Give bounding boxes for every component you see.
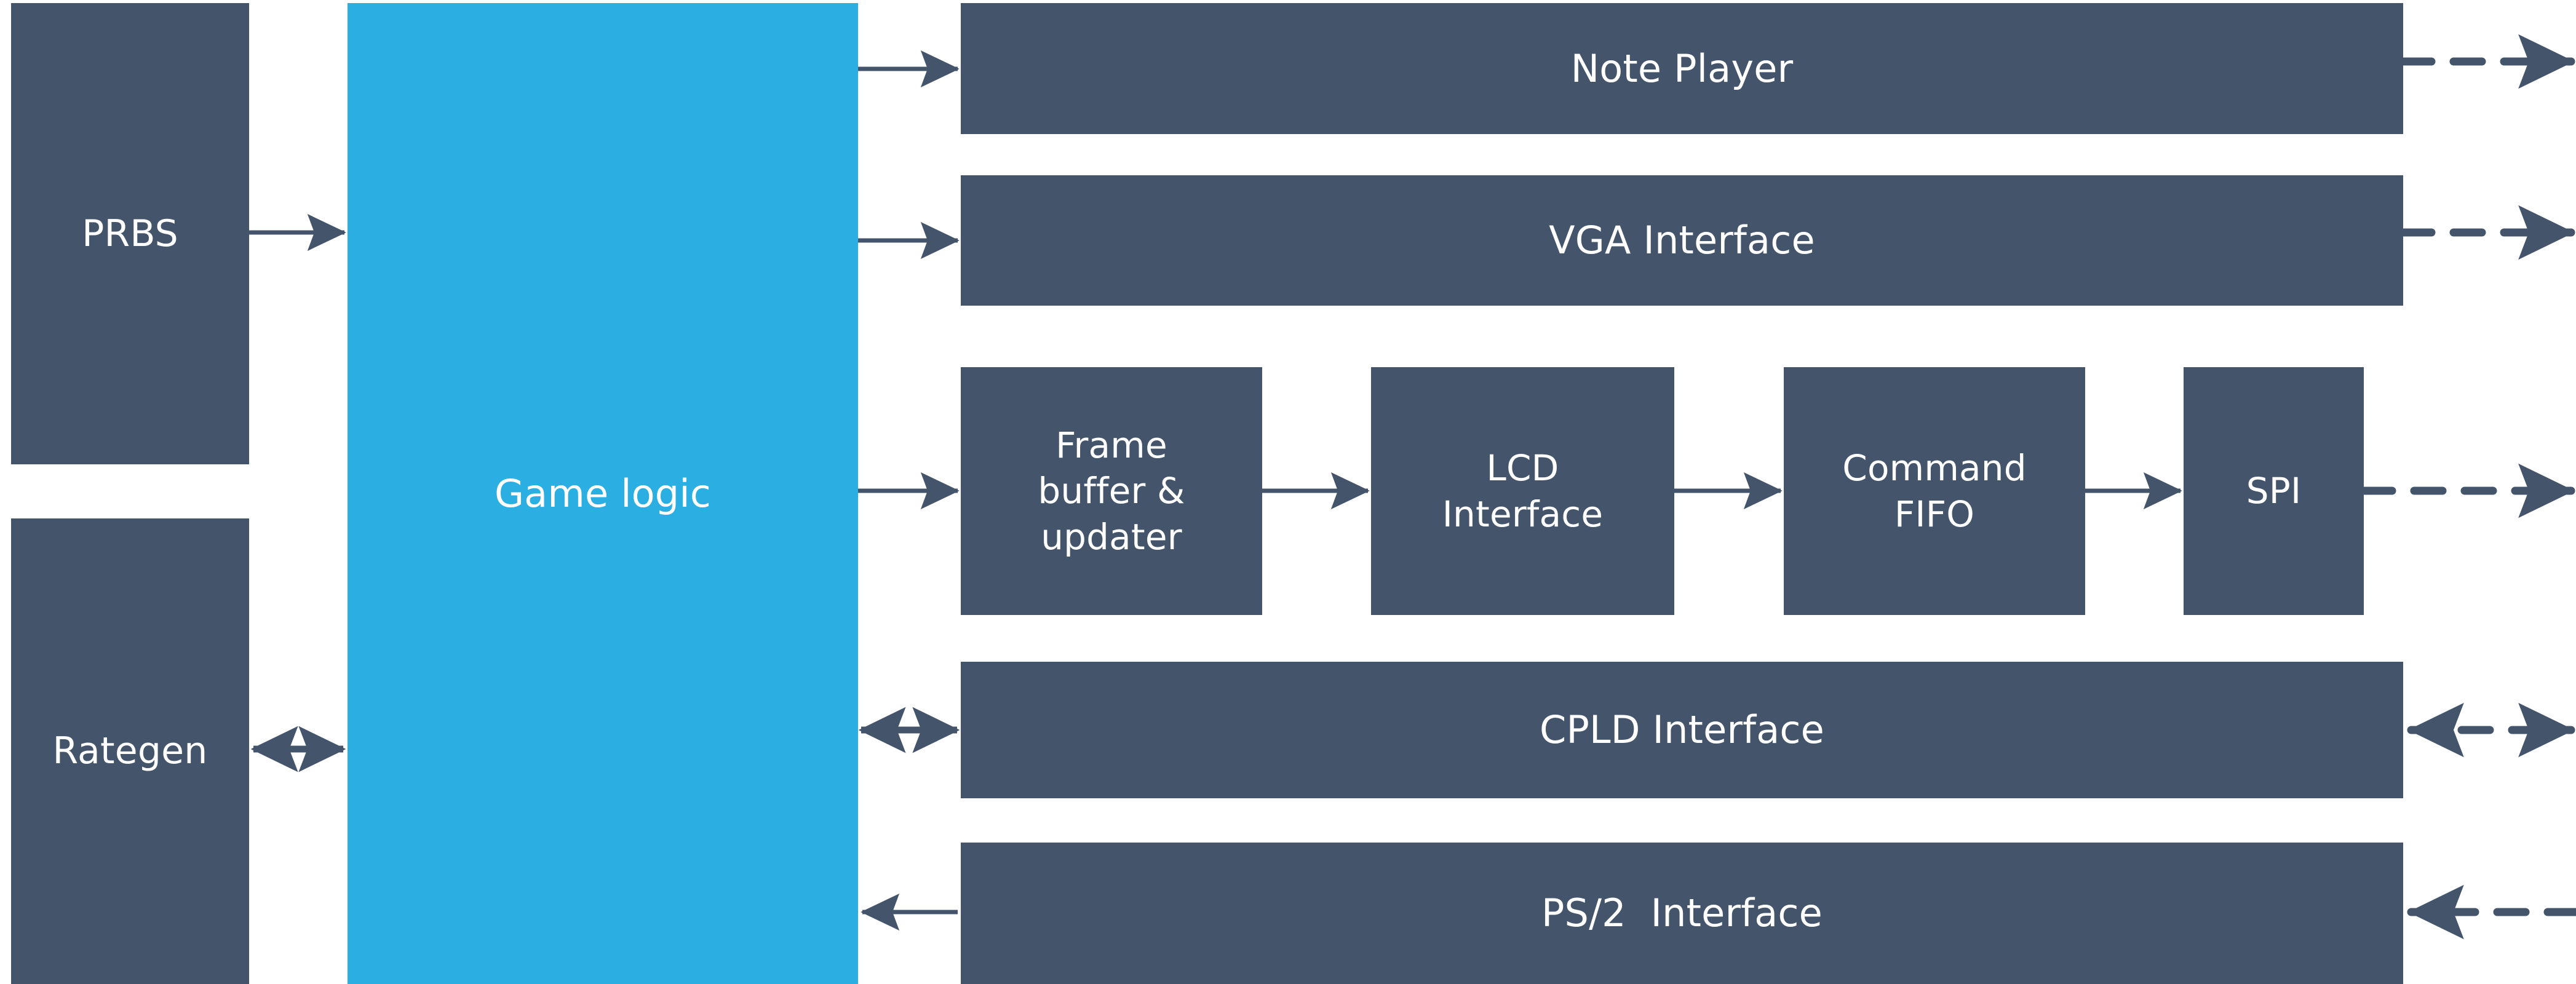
block-command-fifo-label: Command FIFO bbox=[1842, 447, 2027, 535]
block-rategen[interactable]: Rategen bbox=[11, 518, 249, 984]
block-spi-label: SPI bbox=[2246, 470, 2302, 512]
block-prbs-label: PRBS bbox=[82, 212, 178, 255]
block-game-logic-label: Game logic bbox=[494, 470, 712, 516]
block-note-player[interactable]: Note Player bbox=[961, 3, 2403, 134]
block-ps2-interface[interactable]: PS/2 Interface bbox=[961, 843, 2403, 984]
block-command-fifo[interactable]: Command FIFO bbox=[1784, 367, 2085, 615]
block-prbs[interactable]: PRBS bbox=[11, 3, 249, 464]
block-diagram-canvas: PRBS Rategen Game logic Note Player VGA … bbox=[0, 0, 2576, 984]
block-lcd-interface-label: LCD Interface bbox=[1442, 447, 1604, 535]
block-ps2-interface-label: PS/2 Interface bbox=[1541, 891, 1823, 936]
block-rategen-label: Rategen bbox=[52, 729, 208, 773]
block-cpld-interface[interactable]: CPLD Interface bbox=[961, 662, 2403, 798]
block-frame-buffer-updater[interactable]: Frame buffer & updater bbox=[961, 367, 1262, 615]
block-cpld-interface-label: CPLD Interface bbox=[1539, 707, 1825, 753]
block-vga-interface-label: VGA Interface bbox=[1549, 218, 1815, 263]
block-game-logic[interactable]: Game logic bbox=[348, 3, 858, 984]
block-lcd-interface[interactable]: LCD Interface bbox=[1371, 367, 1674, 615]
block-vga-interface[interactable]: VGA Interface bbox=[961, 175, 2403, 306]
block-note-player-label: Note Player bbox=[1570, 46, 1794, 91]
block-frame-buffer-updater-label: Frame buffer & updater bbox=[1038, 424, 1185, 558]
block-spi[interactable]: SPI bbox=[2184, 367, 2364, 615]
